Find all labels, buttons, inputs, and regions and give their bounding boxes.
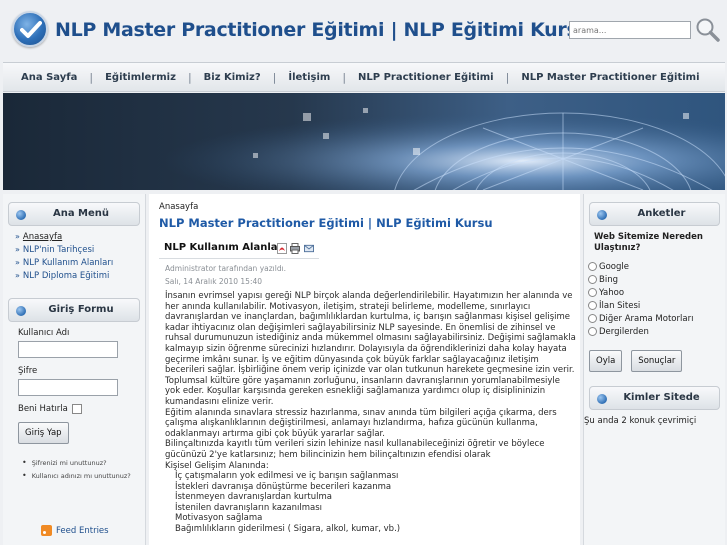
breadcrumb[interactable]: Anasayfa — [159, 202, 198, 212]
left-sidebar: Ana Menü » Anasayfa » NLP'nin Tarihçesi » N… — [3, 194, 146, 545]
remember-checkbox[interactable] — [71, 404, 82, 414]
list-item: Bağımlılıkların giderilmesi ( Sigara, al… — [175, 524, 401, 535]
nav-item-trainings[interactable]: Eğitimlermiz — [99, 72, 182, 83]
menu-item-usage-areas[interactable]: » NLP Kullanım Alanları — [15, 258, 145, 268]
poll-option[interactable]: Bing — [588, 273, 725, 286]
radio-button[interactable] — [588, 327, 597, 336]
nav-item-practitioner[interactable]: NLP Practitioner Eğitimi — [352, 72, 500, 83]
article-paragraph: Eğitim alanında sınavlara stressiz hazır… — [165, 407, 557, 439]
print-icon[interactable] — [290, 243, 300, 254]
menu-item-history[interactable]: » NLP'nin Tarihçesi — [15, 245, 145, 255]
nav-separator: | — [342, 70, 347, 84]
nav-separator: | — [505, 70, 510, 84]
right-sidebar: Anketler Web Sitemize Nereden Ulaştınız?… — [583, 194, 725, 545]
main-menu-header: Ana Menü — [8, 202, 140, 226]
poll-option[interactable]: İlan Sitesi — [588, 299, 725, 312]
main-nav: Ana Sayfa | Eğitimlermiz | Biz Kimiz? | … — [3, 62, 725, 92]
username-label: Kullanıcı Adı — [18, 328, 70, 338]
poll-option[interactable]: Yahoo — [588, 286, 725, 299]
nav-item-about[interactable]: Biz Kimiz? — [198, 72, 267, 83]
article-body: İnsanın evrimsel yapısı gereği NLP birço… — [165, 291, 577, 535]
rss-icon — [41, 525, 52, 536]
nav-separator: | — [187, 70, 192, 84]
radio-button[interactable] — [588, 301, 597, 310]
nav-separator: | — [272, 70, 277, 84]
vote-button[interactable]: Oyla — [589, 350, 623, 372]
poll-header: Anketler — [589, 202, 720, 226]
nav-separator: | — [89, 70, 94, 84]
poll-buttons: Oyla Sonuçlar — [584, 350, 725, 372]
feed-entries-link[interactable]: Feed Entries — [41, 525, 109, 536]
pdf-icon[interactable] — [277, 243, 287, 254]
remember-label: Beni Hatırla — [18, 404, 68, 414]
double-arrow-icon: » — [15, 245, 20, 254]
nav-item-contact[interactable]: İletişim — [282, 72, 336, 83]
radio-button[interactable] — [588, 288, 597, 297]
results-button[interactable]: Sonuçlar — [631, 350, 683, 372]
remember-me: Beni Hatırla — [18, 404, 145, 414]
menu-item-diploma[interactable]: » NLP Diploma Eğitimi — [15, 271, 145, 281]
forgot-password-link[interactable]: Şifrenizi mi unuttunuz? — [22, 458, 145, 467]
poll-options: Google Bing Yahoo İlan Sitesi Diğer Aram… — [584, 260, 725, 338]
poll-option[interactable]: Google — [588, 260, 725, 273]
list-item: İstenmeyen davranışlardan kurtulma — [175, 492, 332, 503]
header: NLP Master Practitioner Eğitimi | NLP Eğ… — [3, 2, 725, 58]
list-item: Motivasyon sağlama — [175, 513, 263, 524]
login-button[interactable]: Giriş Yap — [18, 422, 69, 444]
login-title: Giriş Formu — [48, 304, 114, 315]
password-field[interactable] — [18, 379, 118, 396]
login-form: Kullanıcı Adı Şifre Beni Hatırla Giriş Y… — [3, 328, 145, 480]
main-menu-title: Ana Menü — [52, 208, 110, 219]
password-label: Şifre — [18, 366, 38, 376]
site-title[interactable]: NLP Master Practitioner Eğitimi | NLP Eğ… — [55, 19, 591, 41]
article-author: Administrator tarafından yazıldı. — [165, 264, 287, 273]
nav-item-home[interactable]: Ana Sayfa — [15, 72, 83, 83]
poll-option[interactable]: Diğer Arama Motorları — [588, 312, 725, 325]
search-input[interactable] — [569, 21, 691, 39]
list-item: İç çatışmaların yok edilmesi ve iç barış… — [175, 471, 399, 482]
online-title: Kimler Sitede — [623, 392, 700, 403]
radio-button[interactable] — [588, 262, 597, 271]
banner-globe-graphic — [3, 93, 725, 190]
online-count: Şu anda 2 konuk çevrimiçi — [584, 416, 697, 426]
article-paragraph: Bilinçaltınızda kayıtlı tüm verileri siz… — [165, 439, 545, 460]
logo-check-icon[interactable] — [12, 11, 48, 47]
page-title[interactable]: NLP Master Practitioner Eğitimi | NLP Eğ… — [159, 216, 493, 230]
poll-option[interactable]: Dergilerden — [588, 325, 725, 338]
article-paragraph: Kişisel Gelişim Alanında: — [165, 460, 269, 471]
poll-title: Anketler — [637, 208, 686, 219]
main-content: Anasayfa NLP Master Practitioner Eğitimi… — [149, 194, 580, 545]
article-date: Salı, 14 Aralık 2010 15:40 — [165, 277, 263, 286]
list-item: İstenilen davranışların kazanılması — [175, 502, 322, 513]
email-icon[interactable] — [304, 243, 314, 254]
online-header: Kimler Sitede — [589, 386, 720, 410]
article-title[interactable]: NLP Kullanım Alanları — [164, 242, 286, 253]
list-item: İstekleri davranışa dönüştürme beceriler… — [175, 481, 392, 492]
main-menu-list: » Anasayfa » NLP'nin Tarihçesi » NLP Kullan… — [3, 232, 145, 281]
login-header: Giriş Formu — [8, 298, 140, 322]
nav-item-master-practitioner[interactable]: NLP Master Practitioner Eğitimi — [515, 72, 705, 83]
forgot-username-link[interactable]: Kullanıcı adınızı mı unuttunuz? — [22, 471, 145, 480]
article-paragraph: İnsanın evrimsel yapısı gereği NLP birço… — [165, 291, 576, 407]
username-field[interactable] — [18, 341, 118, 358]
personal-development-list: İç çatışmaların yok edilmesi ve iç barış… — [165, 471, 577, 535]
double-arrow-icon: » — [15, 232, 20, 241]
double-arrow-icon: » — [15, 271, 20, 280]
radio-button[interactable] — [588, 275, 597, 284]
menu-item-home[interactable]: » Anasayfa — [15, 232, 145, 242]
login-help-links: Şifrenizi mi unuttunuz? Kullanıcı adınız… — [18, 458, 145, 480]
search-icon[interactable] — [695, 17, 721, 43]
header-banner — [3, 93, 725, 190]
poll-question: Web Sitemize Nereden Ulaştınız? — [594, 232, 703, 253]
radio-button[interactable] — [588, 314, 597, 323]
article-header: NLP Kullanım Alanları — [159, 239, 319, 259]
double-arrow-icon: » — [15, 258, 20, 267]
feed-entries-label: Feed Entries — [56, 525, 109, 536]
